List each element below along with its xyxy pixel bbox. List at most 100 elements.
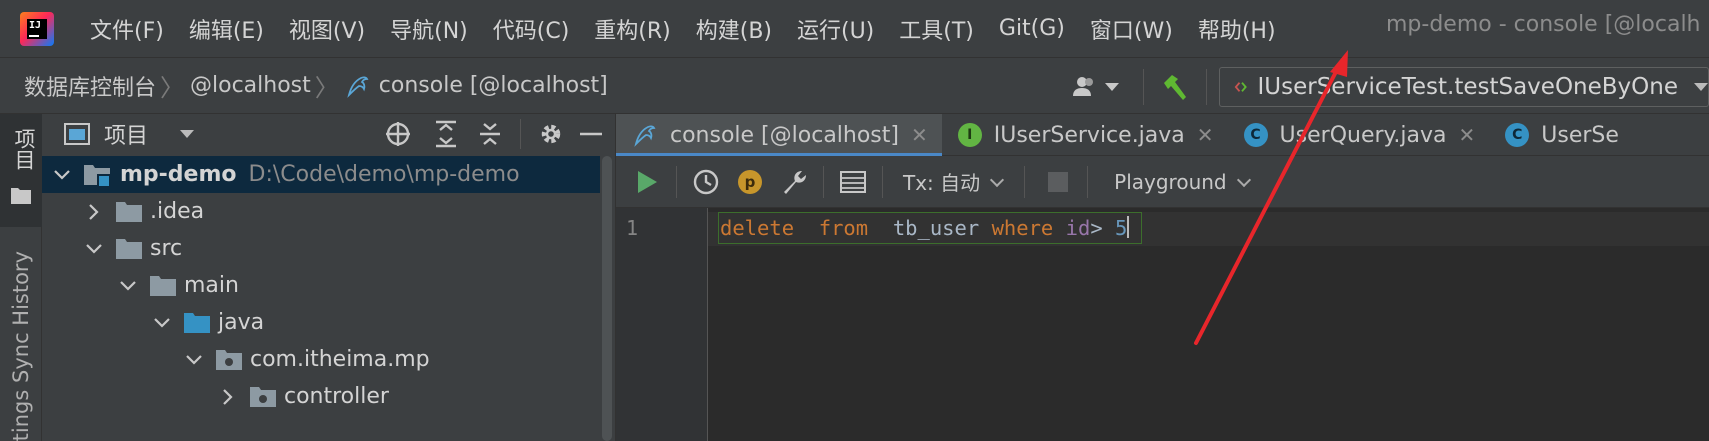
project-settings-button[interactable] [531, 114, 571, 154]
tree-item-idea[interactable]: .idea [42, 193, 600, 230]
folder-icon [11, 188, 31, 204]
tab-userservice[interactable]: C UserSe [1489, 114, 1633, 156]
project-panel-tools [378, 114, 615, 154]
breadcrumb-console-label: console [@localhost] [378, 73, 608, 98]
project-tree-scrollbar[interactable] [600, 156, 614, 441]
project-panel-title[interactable]: 项目 [104, 118, 148, 150]
project-tree: mp-demo D:\Code\demo\mp-demo .idea src m… [42, 156, 600, 415]
hide-panel-button[interactable] [571, 114, 611, 154]
tree-item-main[interactable]: main [42, 267, 600, 304]
breadcrumb-separator-icon: 〉 [160, 74, 185, 102]
chevron-down-icon[interactable] [52, 165, 72, 185]
class-icon: C [1505, 123, 1530, 147]
tab-userquery[interactable]: C UserQuery.java ✕ [1228, 114, 1490, 156]
chevron-right-icon[interactable] [218, 387, 238, 407]
run-configuration-selector[interactable]: IUserServiceTest.testSaveOneByOne [1219, 66, 1709, 107]
menu-navigate[interactable]: 导航(N) [390, 13, 468, 45]
execute-button[interactable] [626, 161, 668, 203]
project-tool-label: 项目 [12, 128, 36, 170]
tab-console[interactable]: console [@localhost] ✕ [616, 114, 942, 157]
window-title: mp-demo - console [@localh [1386, 12, 1701, 37]
mysql-dolphin-icon [347, 75, 369, 98]
menu-view[interactable]: 视图(V) [289, 13, 365, 45]
class-icon: C [1243, 123, 1268, 147]
tree-item-label: controller [284, 384, 389, 409]
menu-run[interactable]: 运行(U) [797, 13, 874, 45]
sql-editor[interactable]: delete from tb_user where id> 5 [708, 208, 1709, 441]
tree-item-controller[interactable]: controller [42, 378, 600, 415]
chevron-down-icon[interactable] [84, 239, 104, 259]
folder-icon [150, 275, 176, 296]
tree-item-package[interactable]: com.itheima.mp [42, 341, 600, 378]
clock-icon [693, 169, 719, 194]
parameters-p-icon: p [738, 169, 762, 194]
chevron-down-icon [1694, 82, 1708, 91]
tab-iuserservice[interactable]: I IUserService.java ✕ [942, 114, 1228, 156]
play-icon [638, 170, 657, 193]
module-folder-icon [84, 164, 111, 187]
expand-all-button[interactable] [426, 114, 466, 154]
menu-build[interactable]: 构建(B) [696, 13, 772, 45]
vcs-user-button[interactable] [1071, 74, 1119, 100]
menu-refactor[interactable]: 重构(R) [594, 13, 670, 45]
menu-edit[interactable]: 编辑(E) [189, 13, 264, 45]
navigation-bar: 数据库控制台 〉 @localhost 〉 console [@localhos… [0, 57, 1709, 114]
explain-plan-button[interactable]: p [729, 161, 771, 203]
close-icon[interactable]: ✕ [1459, 123, 1476, 147]
tree-item-src[interactable]: src [42, 230, 600, 267]
close-icon[interactable]: ✕ [1197, 123, 1214, 147]
wrench-icon [784, 170, 806, 194]
results-table-button[interactable] [832, 161, 874, 203]
stop-button[interactable] [1037, 161, 1079, 203]
code-line[interactable]: delete from tb_user where id> 5 [720, 216, 1130, 240]
table-icon [840, 170, 866, 193]
toolbar-divider [1087, 165, 1089, 198]
users-icon [1073, 76, 1093, 96]
collapse-all-button[interactable] [470, 114, 510, 154]
chevron-down-icon[interactable] [152, 313, 172, 333]
package-icon [250, 386, 276, 407]
settings-sync-history-button[interactable]: tings Sync History [9, 244, 35, 441]
chevron-down-icon [990, 172, 1005, 187]
menu-help[interactable]: 帮助(H) [1198, 13, 1276, 45]
tab-label: UserQuery.java [1279, 122, 1447, 148]
project-tool-window-button[interactable]: 项目 [0, 114, 42, 227]
svg-text:p: p [745, 173, 756, 191]
gear-icon [541, 124, 561, 144]
tree-item-label: java [218, 310, 265, 335]
select-opened-file-button[interactable] [378, 114, 418, 154]
tree-item-label: com.itheima.mp [250, 347, 430, 372]
history-button[interactable] [685, 161, 727, 203]
settings-wrench-button[interactable] [773, 161, 815, 203]
nav-toolbar-right: IUserServiceTest.testSaveOneByOne [1071, 58, 1709, 115]
menu-file[interactable]: 文件(F) [90, 13, 164, 45]
sql-keyword: delete [720, 216, 795, 240]
tree-item-label: .idea [150, 199, 205, 224]
chevron-down-icon[interactable] [118, 276, 138, 296]
tab-label: console [@localhost] [670, 122, 899, 148]
tree-item-label: src [150, 236, 183, 261]
chevron-down-icon[interactable] [180, 130, 195, 138]
interface-icon: I [957, 123, 982, 147]
breadcrumb-console[interactable]: console [@localhost] [345, 73, 608, 99]
toolbar-divider [1143, 68, 1144, 105]
chevron-down-icon [1105, 82, 1119, 91]
chevron-down-icon[interactable] [184, 350, 204, 370]
menu-tools[interactable]: 工具(T) [899, 13, 974, 45]
breadcrumb-localhost[interactable]: @localhost [190, 73, 311, 98]
close-icon[interactable]: ✕ [911, 123, 928, 147]
menu-code[interactable]: 代码(C) [493, 13, 570, 45]
intellij-logo-icon: IJ [20, 11, 54, 46]
menu-git[interactable]: Git(G) [999, 16, 1065, 41]
breadcrumb-database-console[interactable]: 数据库控制台 [24, 70, 156, 102]
build-hammer-icon[interactable] [1158, 71, 1190, 103]
tree-item-mp-demo[interactable]: mp-demo D:\Code\demo\mp-demo [42, 156, 600, 193]
tree-item-java[interactable]: java [42, 304, 600, 341]
menu-bar: IJ 文件(F) 编辑(E) 视图(V) 导航(N) 代码(C) 重构(R) 构… [0, 0, 1709, 57]
menu-window[interactable]: 窗口(W) [1090, 13, 1173, 45]
chevron-right-icon[interactable] [84, 202, 104, 222]
collapse-all-icon [480, 123, 500, 145]
transaction-mode-select[interactable]: Tx: 自动 [903, 167, 980, 196]
playground-mode-select[interactable]: Playground [1114, 170, 1226, 194]
tab-label: UserSe [1541, 122, 1619, 148]
